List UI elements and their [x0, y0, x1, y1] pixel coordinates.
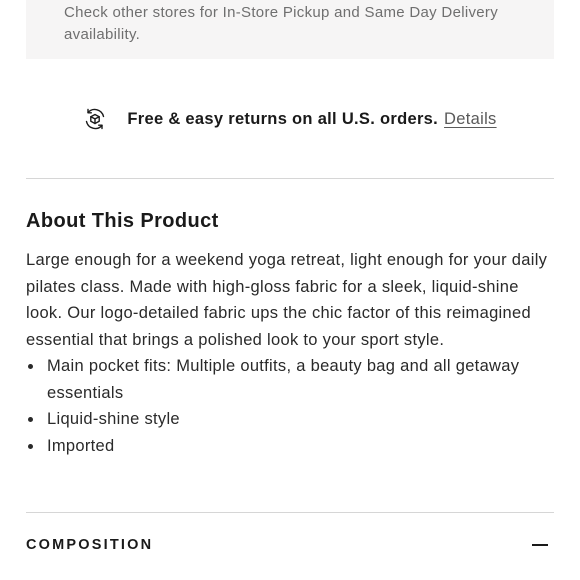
bullet-icon — [28, 443, 33, 449]
about-product-body: Large enough for a weekend yoga retreat,… — [26, 247, 556, 459]
bullet-icon — [28, 364, 33, 369]
minus-icon — [532, 544, 548, 546]
feature-text: Liquid-shine style — [47, 410, 180, 428]
list-item: Imported — [26, 433, 556, 460]
feature-text: Main pocket fits: Multiple outfits, a be… — [47, 357, 520, 402]
about-product-heading: About This Product — [26, 210, 219, 232]
returns-details-link[interactable]: Details — [444, 110, 497, 129]
returns-box-icon — [83, 107, 107, 131]
list-item: Main pocket fits: Multiple outfits, a be… — [26, 353, 556, 406]
returns-text: Free & easy returns on all U.S. orders. — [127, 109, 439, 128]
composition-label: COMPOSITION — [26, 537, 154, 553]
returns-banner: Free & easy returns on all U.S. orders. … — [0, 104, 580, 134]
product-details-page: Check other stores for In-Store Pickup a… — [0, 0, 580, 580]
composition-accordion-toggle[interactable]: COMPOSITION — [26, 530, 554, 560]
product-features-list: Main pocket fits: Multiple outfits, a be… — [26, 353, 556, 459]
section-divider — [26, 512, 554, 513]
product-description: Large enough for a weekend yoga retreat,… — [26, 251, 548, 349]
store-pickup-text: Check other stores for In-Store Pickup a… — [64, 4, 499, 43]
section-divider — [26, 178, 554, 179]
bullet-icon — [28, 417, 33, 422]
store-pickup-notice: Check other stores for In-Store Pickup a… — [26, 0, 554, 59]
list-item: Liquid-shine style — [26, 406, 556, 433]
feature-text: Imported — [47, 436, 115, 455]
